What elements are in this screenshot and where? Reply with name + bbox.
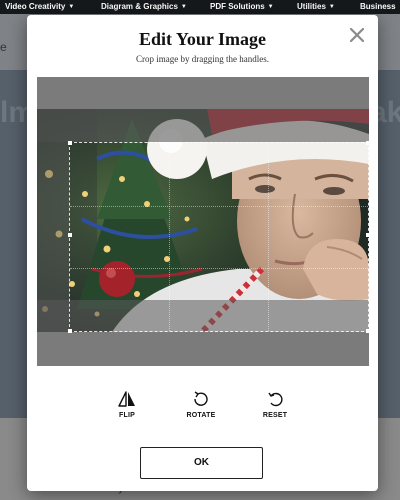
flip-button[interactable]: FLIP: [97, 391, 157, 419]
close-icon[interactable]: [347, 25, 367, 45]
nav-item-label: Business: [360, 2, 396, 11]
reset-button[interactable]: RESET: [245, 391, 305, 419]
crop-handle-right[interactable]: [366, 233, 369, 238]
crop-handle-top-left[interactable]: [68, 141, 72, 145]
crop-grid-line: [70, 268, 368, 270]
crop-handle-bottom-left[interactable]: [68, 329, 72, 333]
flip-icon: [97, 391, 157, 407]
chevron-down-icon: ▼: [328, 4, 335, 10]
chevron-down-icon: ▼: [267, 4, 274, 10]
edit-image-modal: Edit Your Image Crop image by dragging t…: [27, 15, 378, 491]
crop-grid-line: [70, 205, 368, 207]
modal-subtitle: Crop image by dragging the handles.: [136, 54, 269, 64]
reset-label: RESET: [262, 412, 288, 419]
crop-region-wrapper: [37, 141, 369, 333]
nav-item-label: Utilities: [297, 2, 326, 11]
crop-handle-bottom-right[interactable]: [366, 329, 369, 333]
nav-item-diagram-graphics[interactable]: Diagram & Graphics ▼: [101, 2, 187, 11]
crop-grid-line: [268, 143, 270, 331]
nav-item-video-creativity[interactable]: Video Creativity ▼: [5, 2, 74, 11]
crop-handle-left[interactable]: [68, 233, 72, 238]
flip-label: FLIP: [119, 412, 135, 419]
nav-item-utilities[interactable]: Utilities ▼: [297, 2, 335, 11]
nav-item-label: PDF Solutions: [210, 2, 265, 11]
nav-item-pdf-solutions[interactable]: PDF Solutions ▼: [210, 2, 274, 11]
crop-handle-top-right[interactable]: [366, 141, 369, 145]
crop-mask-top: [37, 109, 369, 142]
nav-item-label: Video Creativity: [5, 2, 66, 11]
ok-button[interactable]: OK: [140, 447, 263, 479]
crop-grid-line: [169, 143, 171, 331]
top-navigation-bar: Video Creativity ▼ Diagram & Graphics ▼ PD…: [0, 0, 400, 14]
modal-title: Edit Your Image: [138, 29, 266, 49]
crop-selection-box[interactable]: [68, 141, 369, 333]
rotate-button[interactable]: ROTATE: [171, 391, 231, 419]
rotate-label: ROTATE: [186, 412, 216, 419]
nav-item-business[interactable]: Business: [360, 2, 396, 11]
chevron-down-icon: ▼: [68, 4, 75, 10]
chevron-down-icon: ▼: [180, 4, 187, 10]
nav-item-label: Diagram & Graphics: [101, 2, 178, 11]
reset-icon: [245, 391, 305, 407]
crop-canvas[interactable]: [37, 77, 369, 366]
rotate-icon: [171, 391, 231, 407]
background-text-fragment: e: [0, 40, 7, 54]
